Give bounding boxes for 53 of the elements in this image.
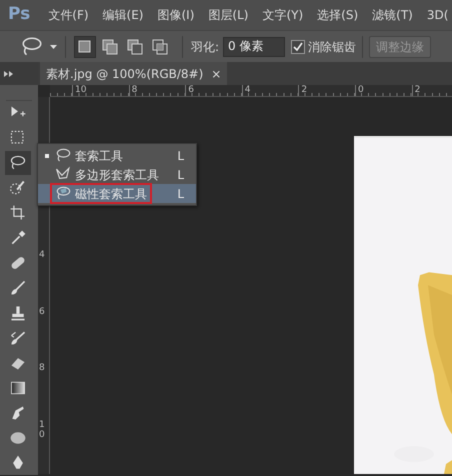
antialias-label: 消除锯齿 <box>308 38 356 56</box>
tool-button[interactable] <box>5 151 31 175</box>
selection-mode-icon <box>150 36 170 56</box>
ruler-label: 2 <box>298 85 355 96</box>
menu-item[interactable]: 编辑(E) <box>96 6 150 24</box>
lasso-icon <box>55 147 72 164</box>
flyout-item[interactable]: 多边形套索工具 L <box>38 165 196 184</box>
history-brush-icon <box>9 329 27 347</box>
menu-item[interactable]: 3D( <box>420 6 452 24</box>
flyout-item-label: 多边形套索工具 <box>75 166 159 184</box>
ruler-label: 10 <box>39 420 46 442</box>
ruler-label: 8 <box>39 363 46 376</box>
ruler-label: 2 <box>412 85 452 96</box>
new-selection-button[interactable] <box>74 36 96 58</box>
crop-icon <box>9 204 27 222</box>
flyout-item[interactable]: 磁性套索工具 L <box>38 184 196 203</box>
menu-item[interactable]: 选择(S) <box>311 6 364 24</box>
quick-select-icon <box>9 179 27 197</box>
collapse-icon[interactable] <box>4 70 13 76</box>
eyedropper-icon <box>9 229 27 247</box>
menu-item[interactable]: 图层(L) <box>202 6 254 24</box>
menu-item[interactable]: 滤镜(T) <box>366 6 419 24</box>
document-tab[interactable]: 素材.jpg @ 100%(RGB/8#) × <box>40 62 228 85</box>
flyout-item-label: 套索工具 <box>75 148 123 164</box>
stamp-icon <box>9 304 27 322</box>
shortcut-key: L <box>177 146 190 164</box>
menu-item[interactable]: 文件(F) <box>42 6 95 24</box>
app-logo: Ps <box>8 3 30 26</box>
ruler-label: 4 <box>39 250 46 262</box>
flyout-item[interactable]: 套索工具 L <box>38 146 196 165</box>
lasso-icon <box>9 154 27 172</box>
antialias-checkbox[interactable] <box>291 40 306 54</box>
caret-icon[interactable] <box>50 44 57 48</box>
feather-label: 羽化: <box>191 38 220 56</box>
magnetic-lasso-icon <box>55 185 72 202</box>
ruler-label: 0 <box>354 85 412 96</box>
menu-item[interactable]: 图像(I) <box>152 6 200 24</box>
ruler-label: 10 <box>72 85 129 96</box>
feather-field[interactable]: 0 像素 <box>223 36 286 56</box>
shortcut-key: L <box>177 184 190 202</box>
brush-icon <box>9 279 27 297</box>
menu-item[interactable]: 文字(Y) <box>256 6 310 24</box>
ruler-label: 6 <box>39 306 46 319</box>
flyout-item-label: 磁性套索工具 <box>75 186 147 202</box>
ruler-label: 8 <box>128 85 186 96</box>
ruler-label: 6 <box>185 85 242 96</box>
selection-mode-icon <box>100 36 120 56</box>
ruler-label: 4 <box>242 85 298 96</box>
shortcut-key: L <box>177 166 190 184</box>
close-button[interactable]: × <box>211 64 222 82</box>
selection-mode-icon <box>125 36 145 56</box>
gradient-icon <box>9 379 27 397</box>
tab-title: 素材.jpg @ 100%(RGB/8#) <box>46 66 204 82</box>
